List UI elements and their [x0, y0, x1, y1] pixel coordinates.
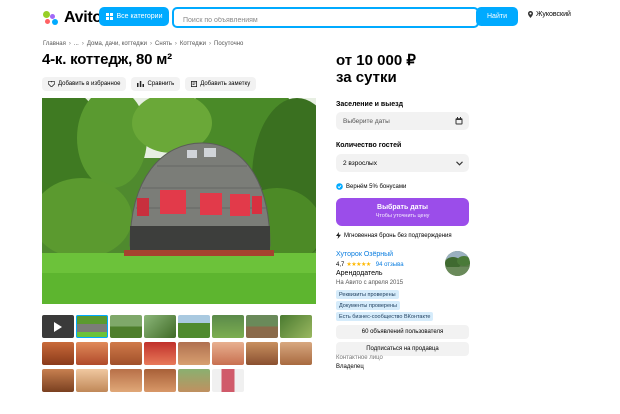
breadcrumb: Главная ›... › Дома, дачи, коттеджи › Снять › К…: [43, 41, 244, 47]
dates-placeholder: Выберите даты: [343, 117, 390, 125]
reviews-link[interactable]: 94 отзыва: [376, 262, 404, 268]
chevron-down-icon: [456, 161, 463, 166]
page-title: 4-к. коттедж, 80 м²: [42, 51, 172, 68]
breadcrumb-item[interactable]: ...: [74, 41, 79, 47]
status-badge: Есть бизнес-сообщество ВКонтакте: [336, 312, 434, 321]
status-badge: Документы проверены: [336, 301, 401, 310]
compare-icon: [137, 81, 145, 87]
listing-actions: Добавить в избранное Сравнить Добавить з…: [42, 77, 257, 91]
main-photo[interactable]: [42, 98, 316, 304]
add-note-button[interactable]: Добавить заметку: [185, 77, 257, 91]
photo-thumbnail[interactable]: [246, 315, 278, 338]
bonus-icon: [336, 183, 343, 190]
dome-house-photo: [42, 98, 316, 304]
photo-thumbnail[interactable]: [144, 342, 176, 365]
seller-ads-button[interactable]: 60 объявлений пользователя: [336, 325, 469, 339]
location-selector[interactable]: Жуковский: [528, 11, 571, 18]
photo-thumbnail[interactable]: [110, 315, 142, 338]
search-input[interactable]: [181, 16, 465, 25]
compare-label: Сравнить: [147, 81, 175, 87]
breadcrumb-item[interactable]: Коттеджи: [180, 41, 206, 47]
breadcrumb-item[interactable]: Посуточно: [214, 41, 243, 47]
add-to-favorites-label: Добавить в избранное: [58, 81, 121, 87]
avito-logo[interactable]: Avito: [42, 9, 102, 27]
bonus-text: Вернём 5% бонусами: [346, 183, 407, 190]
bonus-note: Вернём 5% бонусами: [336, 183, 406, 190]
select-dates-label: Выбрать даты: [377, 204, 428, 211]
add-to-favorites-button[interactable]: Добавить в избранное: [42, 77, 127, 91]
lightning-icon: [336, 232, 341, 239]
avatar[interactable]: [445, 251, 470, 276]
seller-name-link[interactable]: Хуторок Озёрный: [336, 251, 393, 258]
photo-thumbnail[interactable]: [110, 369, 142, 392]
photo-thumbnail[interactable]: [76, 315, 108, 338]
dates-label: Заселение и выезд: [336, 101, 404, 108]
search-button[interactable]: Найти: [476, 7, 518, 26]
heart-icon: [48, 81, 55, 87]
dates-picker[interactable]: Выберите даты: [336, 112, 469, 130]
breadcrumb-item[interactable]: Главная: [43, 41, 66, 47]
contact-person-value: Владелец: [336, 364, 364, 370]
photo-thumbnail[interactable]: [212, 342, 244, 365]
logo-text: Avito: [64, 9, 102, 26]
location-label: Жуковский: [536, 11, 571, 18]
search-box: [172, 7, 479, 28]
calendar-icon: [455, 117, 463, 125]
location-pin-icon: [528, 11, 533, 18]
guests-label: Количество гостей: [336, 142, 402, 149]
breadcrumb-item[interactable]: Снять: [155, 41, 172, 47]
photo-thumbnail[interactable]: [212, 315, 244, 338]
select-dates-button[interactable]: Выбрать даты Чтобы уточнить цену: [336, 198, 469, 226]
photo-thumbnail[interactable]: [42, 369, 74, 392]
photo-thumbnail[interactable]: [110, 342, 142, 365]
price-amount: от 10 000 ₽: [336, 52, 416, 69]
rating-value: 4,7: [336, 261, 345, 268]
photo-thumbnail[interactable]: [76, 369, 108, 392]
subscribe-seller-button[interactable]: Подписаться на продавца: [336, 342, 469, 356]
photo-thumbnail[interactable]: [178, 369, 210, 392]
photo-thumbnail[interactable]: [280, 315, 312, 338]
breadcrumb-item[interactable]: Дома, дачи, коттеджи: [87, 41, 147, 47]
seller-role: Арендодатель: [336, 270, 383, 277]
grid-icon: [105, 13, 113, 20]
add-note-label: Добавить заметку: [200, 81, 251, 87]
price-period: за сутки: [336, 69, 397, 86]
price: от 10 000 ₽ за сутки: [336, 52, 416, 86]
video-thumbnail[interactable]: [42, 315, 74, 338]
note-icon: [191, 81, 198, 87]
seller-rating: 4,7 ★★★★★ 94 отзыва: [336, 261, 404, 269]
status-badge: Реквизиты проверены: [336, 290, 399, 299]
contact-person-label: Контактное лицо: [336, 355, 383, 361]
seller-since: На Авито с апреля 2015: [336, 280, 404, 286]
play-icon: [54, 322, 62, 332]
rating-stars-icon: ★★★★★: [346, 262, 371, 268]
photo-thumbnails: [42, 315, 312, 396]
photo-thumbnail[interactable]: [42, 342, 74, 365]
photo-thumbnail[interactable]: [178, 342, 210, 365]
guests-value: 2 взрослых: [343, 159, 377, 167]
photo-thumbnail[interactable]: [246, 342, 278, 365]
photo-thumbnail[interactable]: [76, 342, 108, 365]
logo-dots-icon: [42, 10, 62, 26]
compare-button[interactable]: Сравнить: [131, 77, 181, 91]
photo-thumbnail[interactable]: [280, 342, 312, 365]
select-dates-hint: Чтобы уточнить цену: [375, 213, 430, 219]
instant-booking-note: Мгновенная бронь без подтверждения: [336, 232, 452, 239]
photo-thumbnail[interactable]: [144, 369, 176, 392]
top-header: Avito Все категории Найти Жуковский: [0, 0, 620, 34]
photo-thumbnail[interactable]: [178, 315, 210, 338]
seller-avatar-image: [445, 251, 470, 276]
guests-select[interactable]: 2 взрослых: [336, 154, 469, 172]
all-categories-label: Все категории: [116, 13, 163, 20]
photo-thumbnail[interactable]: [144, 315, 176, 338]
photo-thumbnail[interactable]: [212, 369, 244, 392]
all-categories-button[interactable]: Все категории: [99, 7, 169, 26]
instant-booking-text: Мгновенная бронь без подтверждения: [344, 232, 452, 239]
